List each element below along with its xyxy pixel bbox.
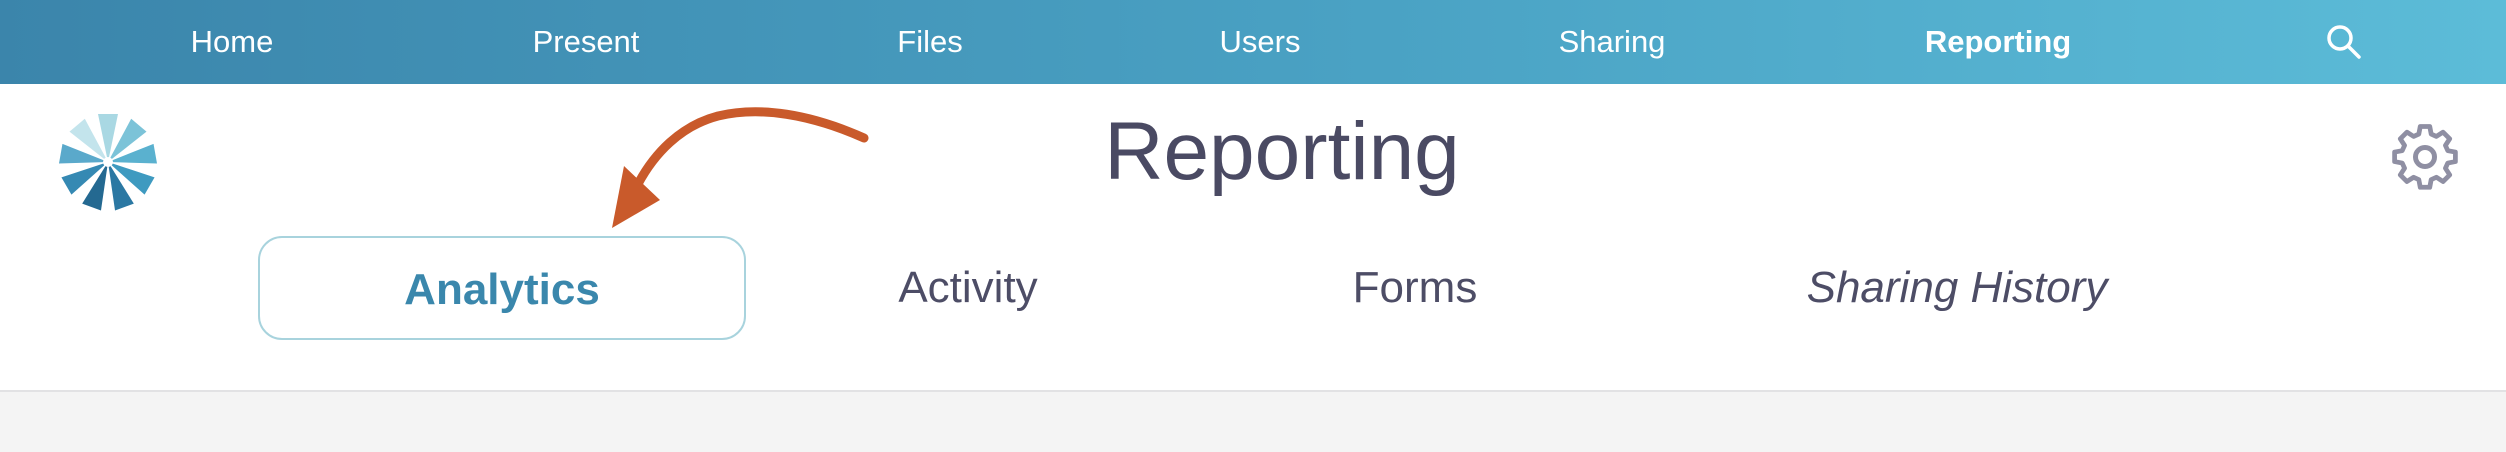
top-navigation-bar: Home Present Files Users Sharing Reporti… <box>0 0 2506 84</box>
tab-analytics[interactable]: Analytics <box>258 236 746 340</box>
nav-item-sharing[interactable]: Sharing <box>1559 0 1666 84</box>
search-icon[interactable] <box>2326 24 2362 60</box>
gear-icon[interactable] <box>2392 124 2458 190</box>
flower-logo-icon[interactable] <box>56 110 160 214</box>
nav-item-reporting[interactable]: Reporting <box>1925 0 2071 84</box>
nav-item-home[interactable]: Home <box>191 0 274 84</box>
content-area <box>0 392 2506 452</box>
tab-forms[interactable]: Forms <box>1353 236 1478 340</box>
tab-sharing-history[interactable]: Sharing History <box>1807 236 2108 340</box>
nav-item-files[interactable]: Files <box>897 0 962 84</box>
nav-item-users[interactable]: Users <box>1220 0 1301 84</box>
page-title: Reporting <box>1104 106 1460 197</box>
tab-activity[interactable]: Activity <box>898 236 1037 340</box>
curved-arrow-icon <box>612 107 869 228</box>
nav-item-present[interactable]: Present <box>533 0 640 84</box>
